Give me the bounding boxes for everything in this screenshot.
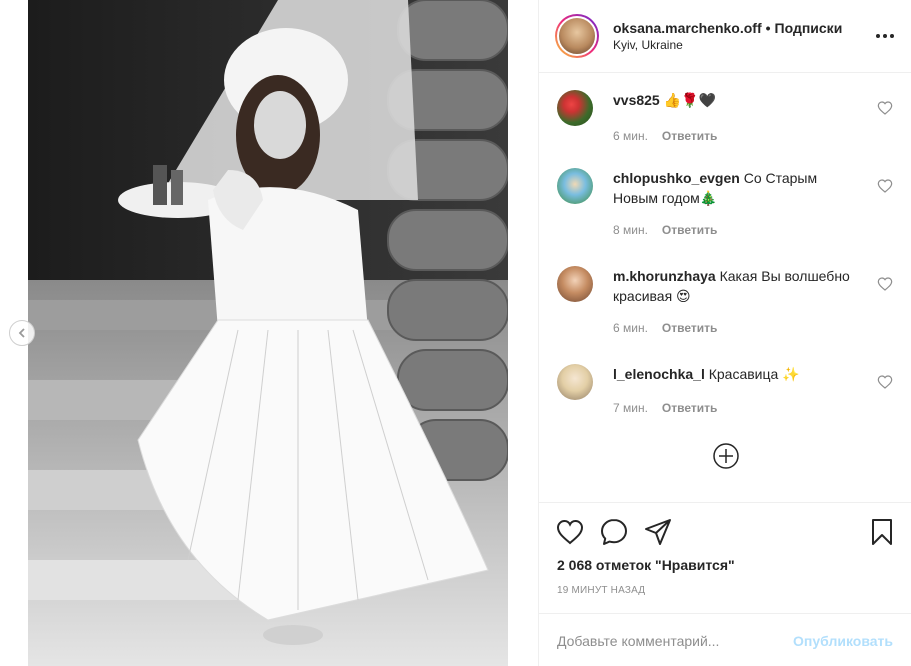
commenter-avatar[interactable]: [557, 90, 593, 126]
load-more-comments-icon[interactable]: [711, 441, 741, 471]
comments-list: vvs825 👍🌹🖤 6 мин. Ответить chlopushko_evg…: [539, 74, 911, 502]
likes-count[interactable]: 2 068 отметок "Нравится": [557, 557, 735, 573]
separator-dot: •: [765, 20, 771, 36]
post-actions: 2 068 отметок "Нравится" 19 МИНУТ НАЗАД …: [539, 502, 911, 666]
comment-item: vvs825 👍🌹🖤 6 мин. Ответить: [557, 90, 895, 146]
reply-button[interactable]: Ответить: [662, 223, 717, 237]
reply-button[interactable]: Ответить: [662, 401, 717, 415]
commenter-avatar[interactable]: [557, 266, 593, 302]
action-bar: [555, 517, 897, 547]
photo-illustration: [28, 0, 508, 666]
reply-button[interactable]: Ответить: [662, 321, 717, 335]
comment-item: chlopushko_evgen Со Старым Новым годом🎄 …: [557, 168, 895, 240]
comment-input[interactable]: [557, 632, 794, 649]
comment-item: m.khorunzhaya Какая Вы волшебно красивая…: [557, 266, 895, 338]
commenter-avatar[interactable]: [557, 168, 593, 204]
like-heart-icon[interactable]: [555, 517, 585, 547]
bookmark-icon[interactable]: [867, 517, 897, 547]
commenter-avatar[interactable]: [557, 364, 593, 400]
follow-status-button[interactable]: Подписки: [775, 20, 843, 36]
commenter-username[interactable]: chlopushko_evgen: [613, 170, 740, 186]
publish-button[interactable]: Опубликовать: [793, 633, 893, 649]
author-avatar[interactable]: [555, 14, 599, 58]
heart-icon[interactable]: [877, 100, 893, 116]
commenter-username[interactable]: m.khorunzhaya: [613, 268, 716, 284]
comment-bubble-icon[interactable]: [599, 517, 629, 547]
author-info: oksana.marchenko.off • Подписки Kyiv, Ukra…: [613, 20, 842, 52]
reply-button[interactable]: Ответить: [662, 129, 717, 143]
post-side-panel: oksana.marchenko.off • Подписки Kyiv, Ukra…: [538, 0, 911, 666]
author-username[interactable]: oksana.marchenko.off: [613, 20, 762, 36]
commenter-username[interactable]: l_elenochka_l: [613, 366, 705, 382]
post-photo[interactable]: [28, 0, 508, 666]
comment-text: Красавица ✨: [708, 366, 800, 382]
previous-photo-button[interactable]: [9, 320, 35, 346]
post-header: oksana.marchenko.off • Подписки Kyiv, Ukra…: [539, 0, 911, 73]
post-timestamp[interactable]: 19 МИНУТ НАЗАД: [557, 585, 645, 596]
share-paper-plane-icon[interactable]: [643, 517, 673, 547]
comment-time[interactable]: 6 мин.: [613, 129, 648, 143]
more-options-icon[interactable]: [873, 26, 897, 46]
heart-icon[interactable]: [877, 178, 893, 194]
comment-item: l_elenochka_l Красавица ✨ 7 мин. Ответить: [557, 364, 895, 418]
commenter-username[interactable]: vvs825: [613, 92, 660, 108]
chevron-left-icon: [18, 328, 25, 338]
comment-time[interactable]: 6 мин.: [613, 321, 648, 335]
instagram-post-page: oksana.marchenko.off • Подписки Kyiv, Ukra…: [0, 0, 911, 666]
comment-time[interactable]: 7 мин.: [613, 401, 648, 415]
heart-icon[interactable]: [877, 374, 893, 390]
photo-area: [0, 0, 538, 666]
post-location[interactable]: Kyiv, Ukraine: [613, 38, 842, 52]
heart-icon[interactable]: [877, 276, 893, 292]
comment-composer: Опубликовать: [539, 613, 911, 666]
comment-time[interactable]: 8 мин.: [613, 223, 648, 237]
comment-text: 👍🌹🖤: [663, 92, 716, 108]
